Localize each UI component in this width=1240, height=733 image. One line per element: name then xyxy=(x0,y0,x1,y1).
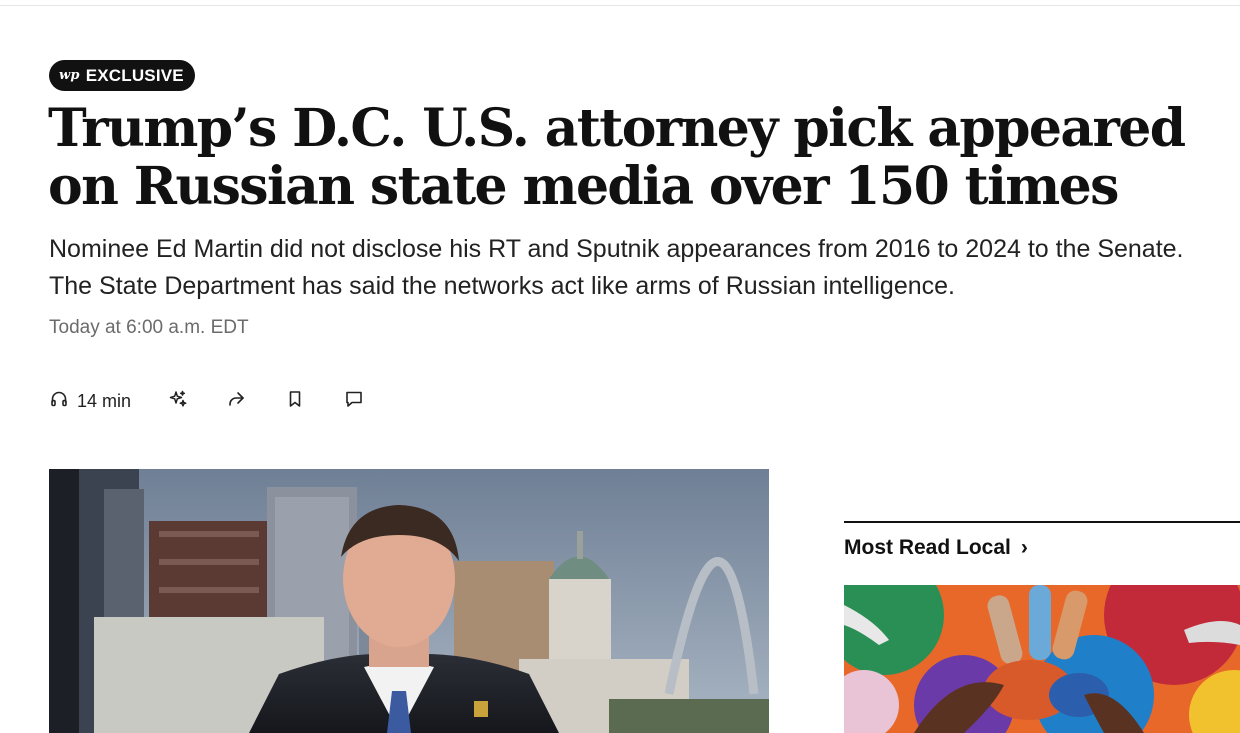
lead-photo[interactable] xyxy=(49,469,769,733)
sparkles-icon xyxy=(168,389,188,414)
ai-summary-button[interactable] xyxy=(168,389,188,414)
most-read-local-link[interactable]: Most Read Local › xyxy=(844,536,1028,560)
most-read-thumbnail[interactable] xyxy=(844,585,1240,733)
comment-icon xyxy=(344,389,364,414)
wp-logo-icon: wp xyxy=(59,68,80,83)
badge-label: EXCLUSIVE xyxy=(85,65,184,85)
comments-button[interactable] xyxy=(344,389,364,414)
publish-timestamp: Today at 6:00 a.m. EDT xyxy=(49,317,249,338)
top-divider xyxy=(0,5,1240,6)
headphones-icon xyxy=(49,389,69,414)
article-headline: Trump’s D.C. U.S. attorney pick appeared… xyxy=(48,98,1186,217)
article-subheadline: Nominee Ed Martin did not disclose his R… xyxy=(49,235,1184,300)
lead-photo-image xyxy=(49,469,769,733)
save-button[interactable] xyxy=(285,389,305,414)
colorful-mural-image xyxy=(844,585,1240,733)
sidebar-title: Most Read Local xyxy=(844,536,1011,559)
listen-duration: 14 min xyxy=(77,390,132,411)
exclusive-badge: wp EXCLUSIVE xyxy=(49,60,195,91)
share-arrow-icon xyxy=(226,389,246,414)
bookmark-icon xyxy=(285,389,305,414)
listen-button[interactable]: 14 min xyxy=(49,389,131,414)
chevron-right-icon: › xyxy=(1020,536,1028,559)
share-button[interactable] xyxy=(226,389,246,414)
sidebar-divider xyxy=(844,521,1240,523)
article-action-bar: 14 min xyxy=(49,386,364,416)
